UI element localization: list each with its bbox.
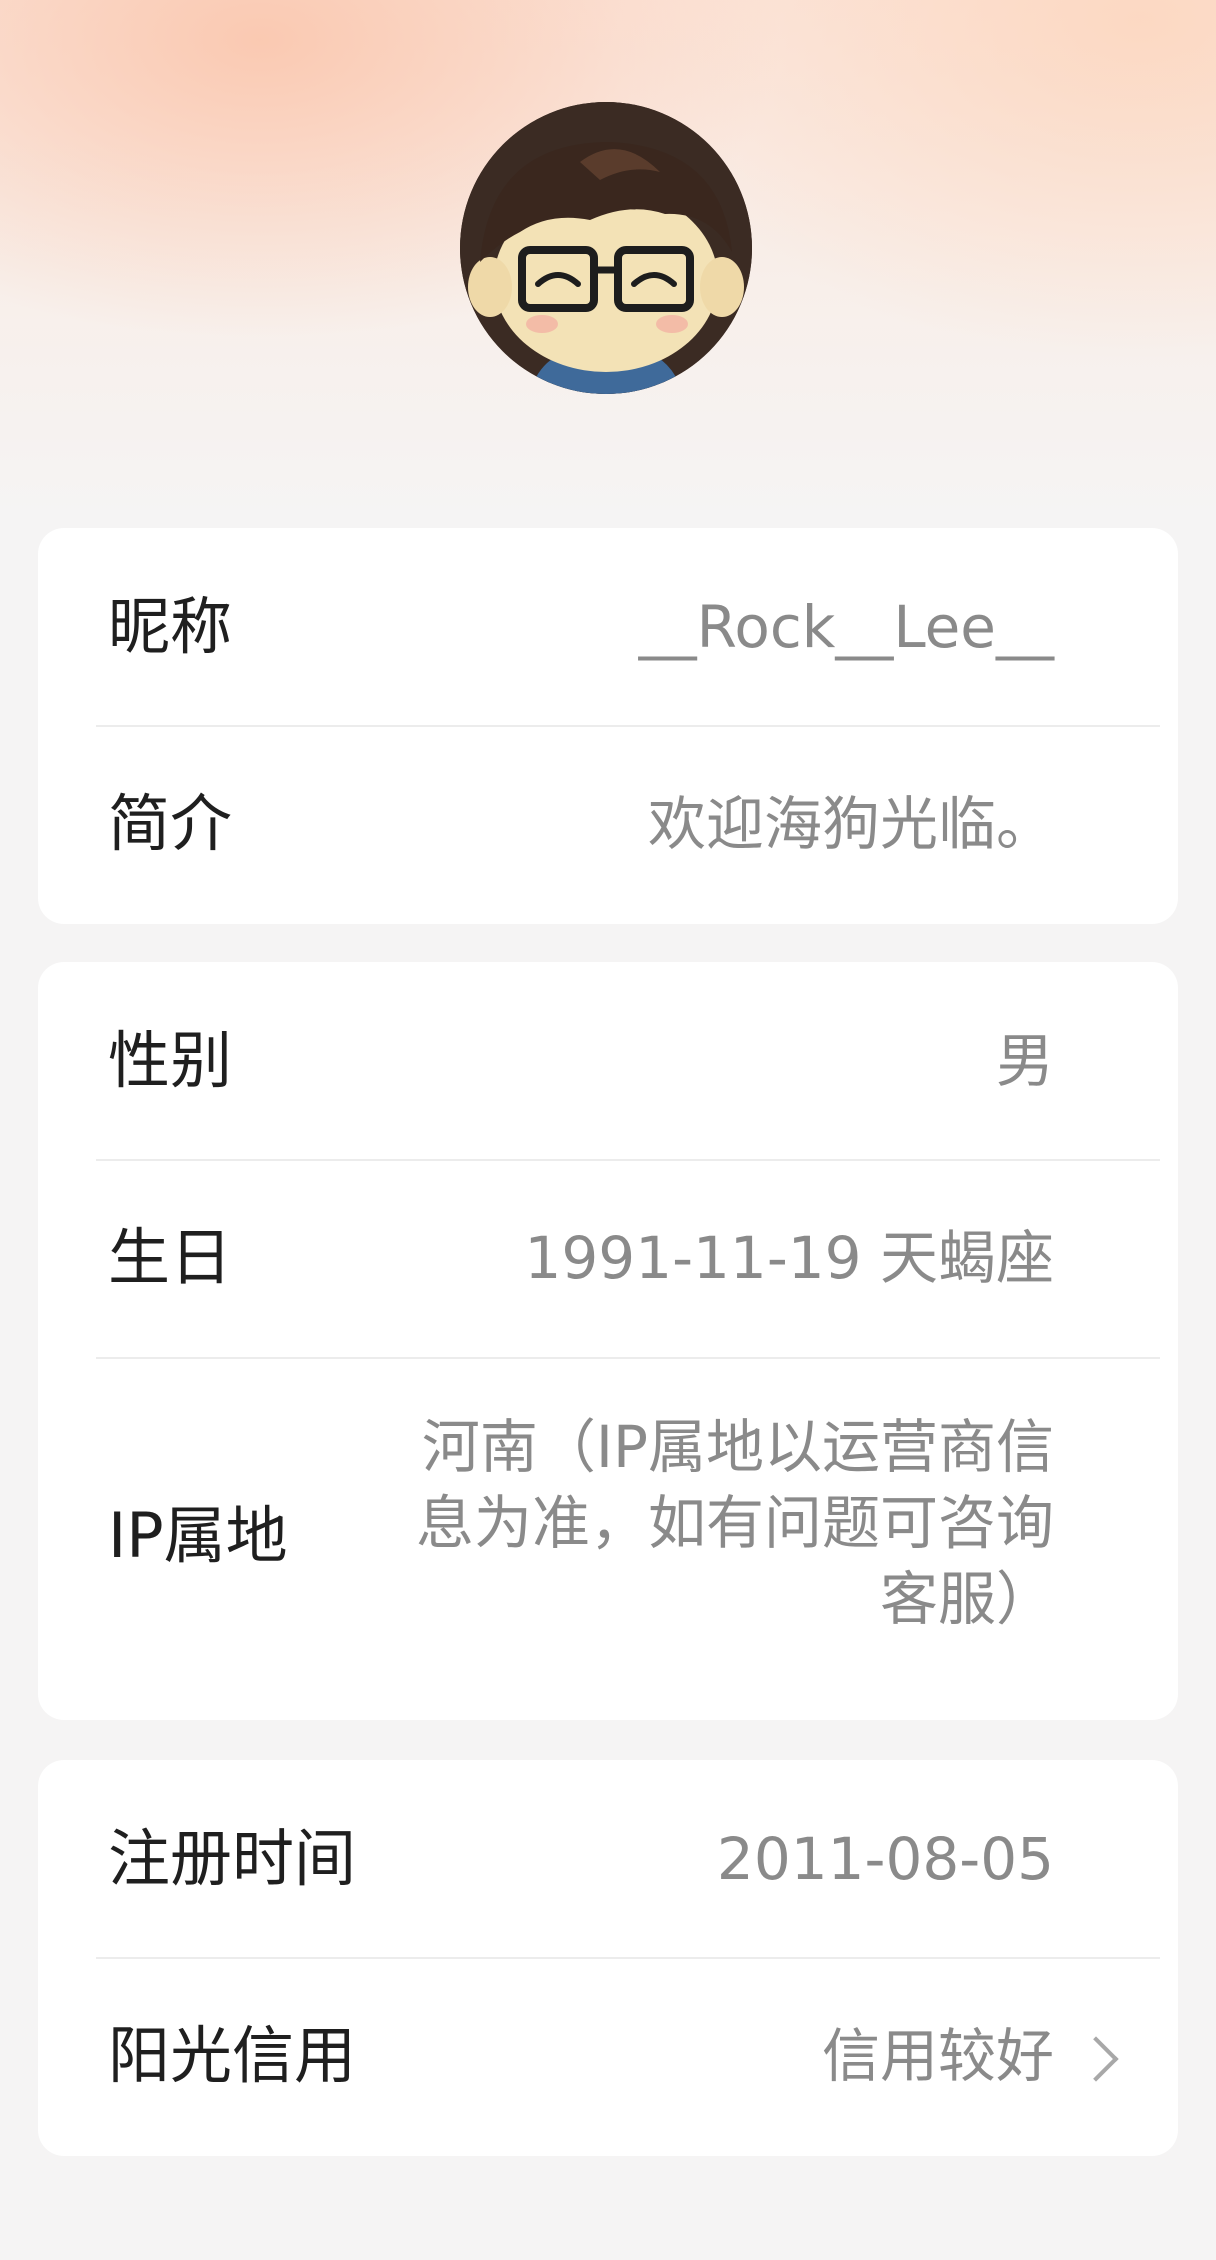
intro-label: 简介 [108, 787, 233, 860]
sunshine-credit-label: 阳光信用 [108, 2019, 357, 2092]
personal-info-card: 性别 男 生日 1991-11-19 天蝎座 IP属地 河南（IP属地以运营商信… [38, 962, 1178, 1720]
register-time-value: 2011-08-05 [716, 1825, 1054, 1893]
sunshine-credit-row[interactable]: 阳光信用 信用较好 [38, 1959, 1178, 2156]
ip-location-value: 河南（IP属地以运营商信息为准，如有问题可咨询客服） [415, 1413, 1054, 1633]
basic-info-card: 昵称 __Rock__Lee__ 简介 欢迎海狗光临。 [38, 528, 1178, 924]
nickname-label: 昵称 [108, 590, 233, 663]
ip-location-row: IP属地 河南（IP属地以运营商信息为准，如有问题可咨询客服） [38, 1359, 1178, 1720]
birthday-row[interactable]: 生日 1991-11-19 天蝎座 [38, 1161, 1178, 1358]
intro-row[interactable]: 简介 欢迎海狗光临。 [38, 727, 1178, 924]
register-time-label: 注册时间 [108, 1822, 357, 1895]
birthday-label: 生日 [108, 1221, 233, 1294]
gender-value: 男 [995, 1027, 1054, 1095]
nickname-value: __Rock__Lee__ [638, 593, 1054, 661]
nickname-row[interactable]: 昵称 __Rock__Lee__ [38, 528, 1178, 726]
ip-location-label: IP属地 [108, 1499, 288, 1572]
avatar[interactable] [460, 102, 752, 394]
gender-label: 性别 [108, 1024, 233, 1097]
sunshine-credit-value: 信用较好 [821, 2022, 1054, 2090]
account-info-card: 注册时间 2011-08-05 阳光信用 信用较好 [38, 1760, 1178, 2156]
chevron-right-icon[interactable] [1073, 2036, 1119, 2082]
gender-row[interactable]: 性别 男 [38, 962, 1178, 1160]
register-time-row: 注册时间 2011-08-05 [38, 1760, 1178, 1958]
intro-value: 欢迎海狗光临。 [647, 790, 1054, 858]
birthday-value: 1991-11-19 天蝎座 [524, 1224, 1054, 1292]
avatar-cartoon-boy-glasses-icon [460, 102, 752, 394]
